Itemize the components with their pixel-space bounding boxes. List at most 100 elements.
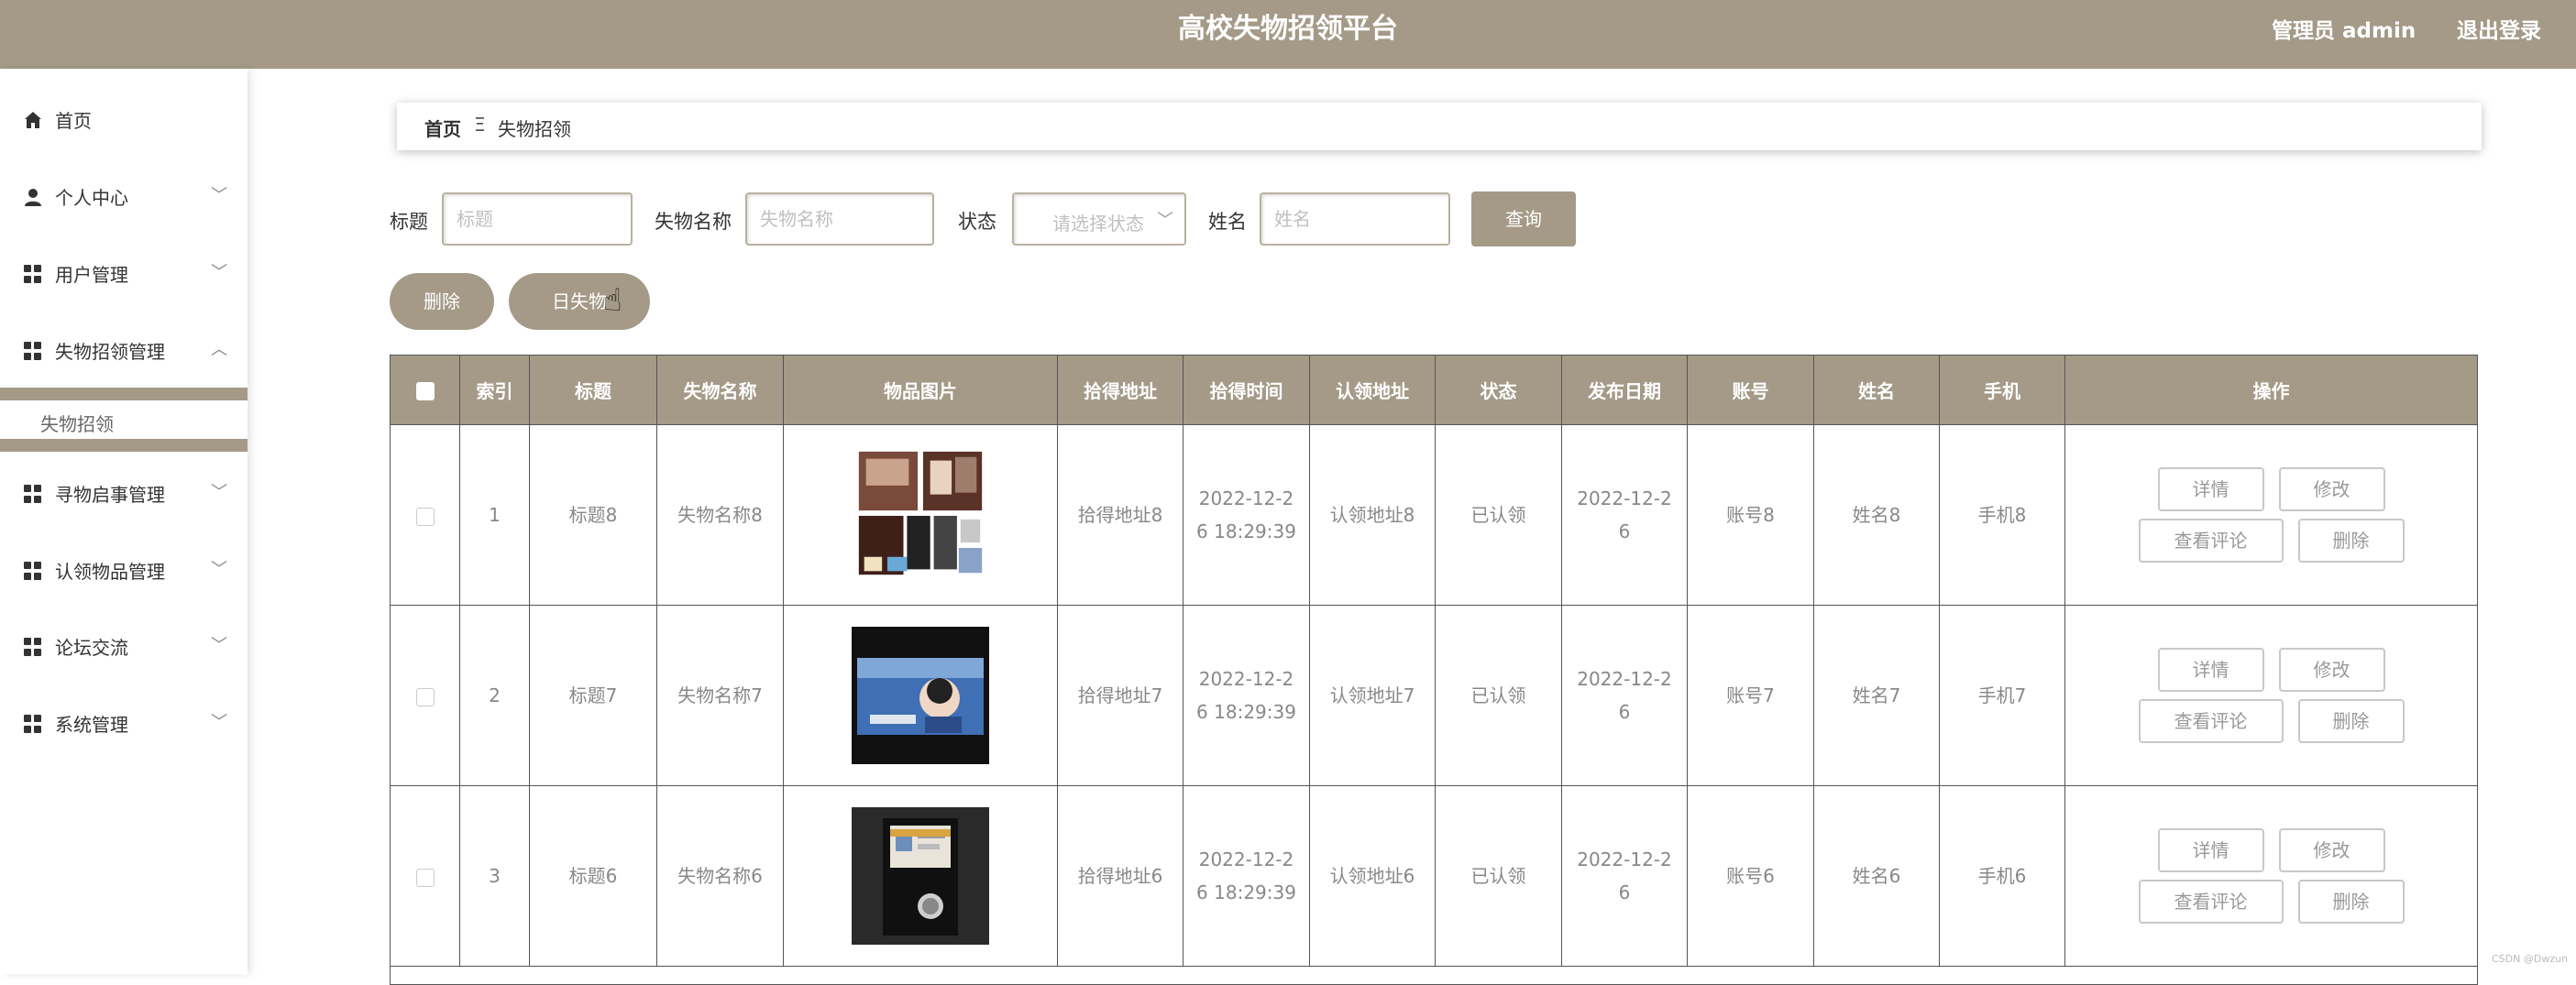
edit-button[interactable]: 修改 xyxy=(2278,467,2385,511)
sidebar-item-forum[interactable]: 论坛交流 ﹀ xyxy=(0,619,248,674)
app-title: 高校失物招领平台 xyxy=(1178,13,1398,45)
row-checkbox[interactable] xyxy=(415,687,435,706)
sidebar-subitem-lost-found[interactable]: 失物招领 xyxy=(0,400,248,439)
row-select-cell[interactable] xyxy=(390,785,460,967)
table-row: 2 标题7 失物名称7 拾得地址7 2022-12-2 6 18:29:39 认领… xyxy=(390,605,2478,786)
status-label: 状态 xyxy=(958,211,996,233)
export-lost-items-button[interactable]: 日失物 xyxy=(509,273,650,330)
select-all-checkbox[interactable] xyxy=(415,382,435,400)
publish-date-line1: 2022-12-2 xyxy=(1577,848,1672,870)
header-select-all[interactable] xyxy=(390,355,460,425)
chevron-down-icon: ﹀ xyxy=(211,186,227,205)
admin-label: 管理员 admin xyxy=(2272,19,2416,43)
delete-row-button[interactable]: 删除 xyxy=(2297,519,2405,563)
item-name-cell: 失物名称7 xyxy=(656,605,784,786)
edit-button[interactable]: 修改 xyxy=(2278,828,2385,872)
item-name-cell: 失物名称6 xyxy=(656,785,784,967)
grid-icon xyxy=(24,715,42,733)
breadcrumb: 首页 Ξ 失物招领 xyxy=(397,103,2482,150)
found-time-line2: 6 18:29:39 xyxy=(1196,520,1296,542)
sidebar-item-label: 失物招领管理 xyxy=(55,341,165,363)
detail-button[interactable]: 详情 xyxy=(2157,467,2264,511)
sidebar-item-system-management[interactable]: 系统管理 ﹀ xyxy=(0,696,248,751)
claim-address-cell: 认领地址6 xyxy=(1309,785,1436,967)
edit-button[interactable]: 修改 xyxy=(2278,648,2385,692)
query-button[interactable]: 查询 xyxy=(1471,192,1576,246)
sidebar-item-label: 系统管理 xyxy=(55,714,128,736)
view-comments-button[interactable]: 查看评论 xyxy=(2138,519,2284,563)
view-comments-button[interactable]: 查看评论 xyxy=(2138,699,2284,743)
found-time-line1: 2022-12-2 xyxy=(1198,848,1294,870)
found-address-cell: 拾得地址7 xyxy=(1057,605,1183,786)
title-label: 标题 xyxy=(390,211,428,233)
chevron-down-icon: ﹀ xyxy=(211,713,227,732)
title-input[interactable] xyxy=(442,192,633,246)
row-checkbox[interactable] xyxy=(415,507,435,526)
row-select-cell[interactable] xyxy=(390,424,460,606)
sidebar-item-lost-found-management[interactable]: 失物招领管理 ︿ xyxy=(0,323,248,378)
index-cell: 1 xyxy=(459,424,530,606)
claim-address-cell: 认领地址7 xyxy=(1309,605,1436,786)
delete-row-button[interactable]: 删除 xyxy=(2297,880,2405,924)
found-address-cell: 拾得地址6 xyxy=(1057,785,1183,967)
item-image-cell xyxy=(783,785,1058,967)
person-name-input[interactable] xyxy=(1260,192,1450,246)
delete-row-button[interactable]: 删除 xyxy=(2297,699,2405,743)
detail-button[interactable]: 详情 xyxy=(2157,828,2264,872)
grid-icon xyxy=(24,638,42,656)
column-header: 发布日期 xyxy=(1561,355,1688,425)
home-icon xyxy=(25,112,41,128)
status-select[interactable]: 请选择状态 ﹀ xyxy=(1012,192,1186,246)
sidebar-item-claim-management[interactable]: 认领物品管理 ﹀ xyxy=(0,543,248,598)
item-name-input[interactable] xyxy=(745,192,934,246)
found-time-line2: 6 18:29:39 xyxy=(1196,881,1296,903)
chevron-down-icon: ﹀ xyxy=(211,560,227,579)
sidebar-item-user-management[interactable]: 用户管理 ﹀ xyxy=(0,246,248,301)
account-cell: 账号8 xyxy=(1687,424,1814,606)
status-cell: 已认领 xyxy=(1435,605,1562,786)
item-image-card-holder xyxy=(852,807,989,945)
column-header: 标题 xyxy=(529,355,657,425)
item-name-label: 失物名称 xyxy=(655,211,732,233)
publish-date-cell: 2022-12-2 6 xyxy=(1561,605,1688,786)
title-cell: 标题7 xyxy=(529,605,657,786)
delete-button[interactable]: 删除 xyxy=(390,273,494,330)
watermark: CSDN @Dwzun xyxy=(2492,953,2569,965)
lost-items-table: 索引 标题 失物名称 物品图片 拾得地址 拾得时间 认领地址 状态 发布日期 账… xyxy=(390,355,2478,985)
detail-button[interactable]: 详情 xyxy=(2157,648,2264,692)
grid-icon xyxy=(24,342,42,360)
breadcrumb-home[interactable]: 首页 xyxy=(424,115,461,141)
logout-button[interactable]: 退出登录 xyxy=(2457,13,2541,44)
row-checkbox[interactable] xyxy=(415,868,435,887)
publish-date-cell: 2022-12-2 6 xyxy=(1561,785,1688,967)
top-header: 高校失物招领平台 管理员 admin 退出登录 xyxy=(0,0,2576,69)
sidebar-item-home[interactable]: 首页 xyxy=(0,93,248,148)
sidebar-item-label: 首页 xyxy=(55,110,92,132)
chevron-down-icon: ﹀ xyxy=(211,483,227,502)
found-time-line1: 2022-12-2 xyxy=(1198,487,1294,509)
found-time-line2: 6 18:29:39 xyxy=(1196,701,1296,723)
row-select-cell[interactable] xyxy=(390,605,460,786)
column-header: 账号 xyxy=(1687,355,1814,425)
column-header: 物品图片 xyxy=(783,355,1058,425)
item-image-card xyxy=(852,627,989,764)
breadcrumb-current: 失物招领 xyxy=(498,118,571,140)
submenu-band-top xyxy=(0,388,248,400)
found-address-cell: 拾得地址8 xyxy=(1057,424,1183,606)
item-image-cell xyxy=(783,424,1058,606)
operations-cell: 详情 修改 查看评论 删除 xyxy=(2064,605,2478,786)
sidebar-item-lost-notice-management[interactable]: 寻物启事管理 ﹀ xyxy=(0,466,248,521)
title-cell: 标题6 xyxy=(529,785,657,967)
view-comments-button[interactable]: 查看评论 xyxy=(2138,880,2284,924)
grid-icon xyxy=(24,265,42,283)
item-name-cell: 失物名称8 xyxy=(656,424,784,606)
index-cell: 2 xyxy=(459,605,530,786)
person-name-cell: 姓名8 xyxy=(1813,424,1940,606)
index-cell: 3 xyxy=(459,785,530,967)
column-header: 索引 xyxy=(459,355,530,425)
submenu-band-bottom xyxy=(0,439,248,452)
sidebar-item-label: 寻物启事管理 xyxy=(55,484,165,506)
sidebar-item-label: 认领物品管理 xyxy=(55,561,165,583)
person-name-label: 姓名 xyxy=(1208,211,1247,233)
sidebar-item-personal-center[interactable]: 个人中心 ﹀ xyxy=(0,170,248,224)
